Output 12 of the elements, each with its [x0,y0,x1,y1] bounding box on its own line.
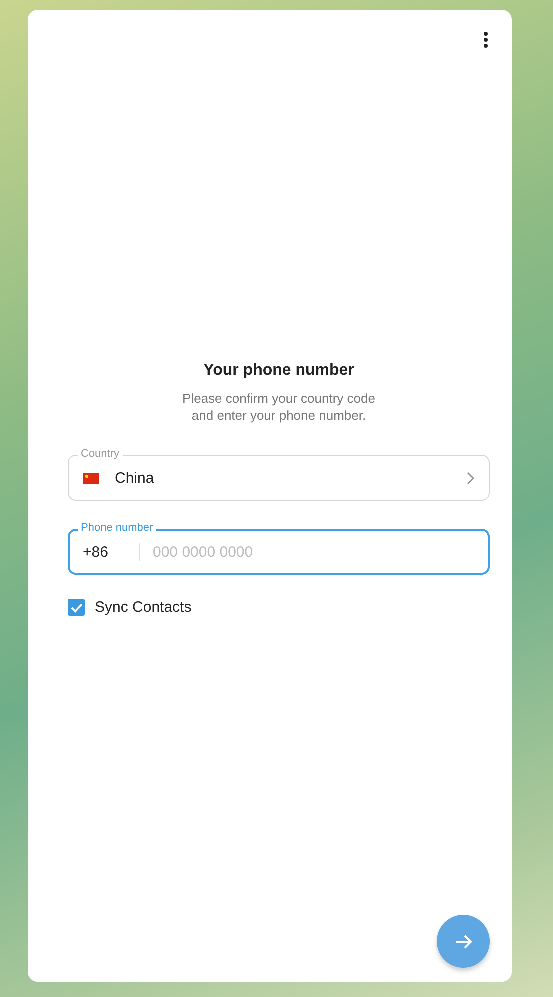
page-title: Your phone number [202,362,356,380]
country-code: +86 [83,544,110,560]
sync-checkbox[interactable] [68,599,85,616]
subtitle-text: Please confirm your country code [182,390,376,407]
country-value: China [115,470,154,486]
flag-icon [83,472,99,484]
field-label: Country [78,447,123,461]
arrow-right-icon [454,934,472,950]
chevron-right-icon [467,472,475,484]
next-button[interactable] [437,915,490,968]
subtitle-text: and enter your phone number. [190,407,368,424]
checkbox-label: Sync Contacts [95,599,192,616]
